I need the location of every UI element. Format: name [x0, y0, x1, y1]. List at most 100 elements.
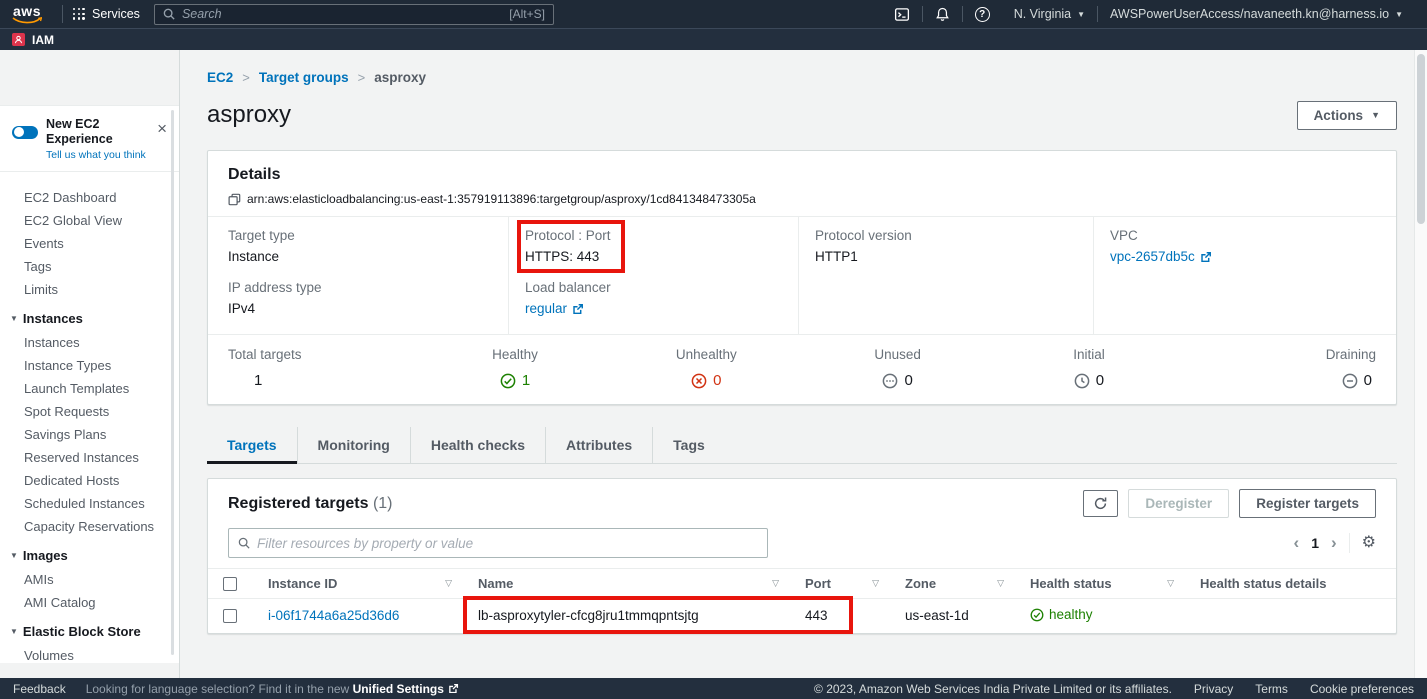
- aws-logo-text: aws: [13, 5, 41, 17]
- pagination: ‹ 1 › ⚙: [1294, 533, 1376, 553]
- search-input[interactable]: [182, 7, 502, 21]
- chevron-right-icon: >: [358, 68, 366, 88]
- sidebar-item-events[interactable]: Events: [0, 232, 179, 255]
- sort-icon[interactable]: ▽: [866, 578, 879, 589]
- sidebar-item-ami-catalog[interactable]: AMI Catalog: [0, 591, 179, 614]
- next-page-icon[interactable]: ›: [1331, 535, 1337, 551]
- notifications-button[interactable]: [923, 7, 962, 22]
- column-header-zone[interactable]: Zone▽: [889, 569, 1014, 598]
- refresh-button[interactable]: [1083, 490, 1118, 517]
- services-menu-button[interactable]: Services: [73, 7, 140, 21]
- close-icon[interactable]: ×: [157, 122, 167, 136]
- tab-monitoring[interactable]: Monitoring: [297, 427, 410, 463]
- breadcrumb-current: asproxy: [374, 68, 426, 88]
- external-link-icon: [448, 683, 459, 694]
- sidebar-item-savings-plans[interactable]: Savings Plans: [0, 423, 179, 446]
- ip-address-type-label: IP address type: [228, 279, 492, 297]
- vpc-label: VPC: [1110, 227, 1380, 245]
- sort-icon[interactable]: ▽: [1161, 578, 1174, 589]
- sort-icon[interactable]: ▽: [991, 578, 1004, 589]
- breadcrumb: EC2 > Target groups > asproxy: [207, 68, 1397, 88]
- unhealthy-label: Unhealthy: [611, 346, 802, 364]
- tab-attributes[interactable]: Attributes: [545, 427, 652, 463]
- sidebar-scrollbar[interactable]: [171, 110, 174, 655]
- column-header-instance-id[interactable]: Instance ID▽: [252, 569, 462, 598]
- sort-icon[interactable]: ▽: [439, 578, 452, 589]
- bell-icon: [935, 7, 950, 22]
- tell-us-link[interactable]: Tell us what you think: [46, 149, 149, 161]
- sidebar-section-images[interactable]: ▼Images: [0, 538, 179, 568]
- sidebar-item-scheduled-instances[interactable]: Scheduled Instances: [0, 492, 179, 515]
- new-experience-box: New EC2 Experience Tell us what you thin…: [0, 106, 179, 172]
- sidebar-item-ec2-dashboard[interactable]: EC2 Dashboard: [0, 186, 179, 209]
- cookie-preferences-link[interactable]: Cookie preferences: [1310, 682, 1414, 696]
- copy-icon[interactable]: [228, 193, 241, 206]
- sort-icon[interactable]: ▽: [766, 578, 779, 589]
- sidebar-item-limits[interactable]: Limits: [0, 278, 179, 301]
- column-header-health-status[interactable]: Health status▽: [1014, 569, 1184, 598]
- sidebar-item-dedicated-hosts[interactable]: Dedicated Hosts: [0, 469, 179, 492]
- load-balancer-link[interactable]: regular: [525, 300, 584, 318]
- unused-label: Unused: [802, 346, 993, 364]
- aws-logo[interactable]: aws: [12, 5, 42, 24]
- minus-circle-icon: [1342, 373, 1358, 389]
- deregister-button[interactable]: Deregister: [1128, 489, 1229, 518]
- filter-input[interactable]: [257, 536, 758, 551]
- target-name-cell: lb-asproxytyler-cfcg8jru1tmmqpntsjtg: [462, 600, 789, 631]
- actions-button[interactable]: Actions ▼: [1297, 101, 1397, 130]
- sidebar-item-spot-requests[interactable]: Spot Requests: [0, 400, 179, 423]
- health-status-details-cell: [1184, 608, 1396, 624]
- aws-console-window: aws Services [Alt+S] ? N. Vi: [0, 0, 1427, 699]
- previous-page-icon[interactable]: ‹: [1294, 535, 1300, 551]
- account-menu[interactable]: AWSPowerUserAccess/navaneeth.kn@harness.…: [1098, 7, 1415, 21]
- gear-icon[interactable]: ⚙: [1362, 535, 1376, 551]
- select-all-checkbox[interactable]: [223, 577, 237, 591]
- new-experience-toggle[interactable]: [12, 126, 38, 139]
- sidebar-section-instances[interactable]: ▼Instances: [0, 301, 179, 331]
- terms-link[interactable]: Terms: [1255, 682, 1288, 696]
- tab-targets[interactable]: Targets: [207, 427, 297, 463]
- ip-address-type-value: IPv4: [228, 300, 492, 318]
- column-header-name[interactable]: Name▽: [462, 569, 789, 598]
- row-checkbox[interactable]: [223, 609, 237, 623]
- sidebar-item-reserved-instances[interactable]: Reserved Instances: [0, 446, 179, 469]
- sidebar-item-instance-types[interactable]: Instance Types: [0, 354, 179, 377]
- copyright-text: © 2023, Amazon Web Services India Privat…: [814, 682, 1172, 696]
- cloudshell-button[interactable]: [882, 7, 922, 22]
- breadcrumb-ec2[interactable]: EC2: [207, 68, 233, 88]
- region-label: N. Virginia: [1014, 7, 1071, 21]
- privacy-link[interactable]: Privacy: [1194, 682, 1233, 696]
- sidebar-item-ec2-global-view[interactable]: EC2 Global View: [0, 209, 179, 232]
- vpc-link[interactable]: vpc-2657db5c: [1110, 248, 1212, 266]
- global-search[interactable]: [Alt+S]: [154, 4, 554, 25]
- target-type-value: Instance: [228, 248, 492, 266]
- breadcrumb-target-groups[interactable]: Target groups: [259, 68, 349, 88]
- unified-settings-link[interactable]: Unified Settings: [353, 682, 459, 696]
- feedback-link[interactable]: Feedback: [13, 682, 66, 696]
- region-selector[interactable]: N. Virginia ▼: [1002, 7, 1097, 21]
- sidebar-item-instances[interactable]: Instances: [0, 331, 179, 354]
- filter-box[interactable]: [228, 528, 768, 558]
- instance-id-link[interactable]: i-06f1744a6a25d36d6: [268, 608, 399, 623]
- sidebar-item-volumes[interactable]: Volumes: [0, 644, 179, 663]
- page-number[interactable]: 1: [1311, 535, 1319, 551]
- service-tab-bar: IAM: [0, 28, 1427, 50]
- divider: [1349, 533, 1350, 553]
- page-scrollbar[interactable]: [1414, 50, 1427, 678]
- healthy-value: 1: [419, 371, 610, 391]
- sidebar-item-amis[interactable]: AMIs: [0, 568, 179, 591]
- tab-health-checks[interactable]: Health checks: [410, 427, 545, 463]
- aws-smile-icon: [12, 17, 42, 24]
- help-button[interactable]: ?: [963, 7, 1002, 22]
- chevron-down-icon: ▼: [10, 627, 18, 636]
- table-row: i-06f1744a6a25d36d6 lb-asproxytyler-cfcg…: [208, 599, 1396, 633]
- iam-shortcut[interactable]: IAM: [32, 33, 54, 47]
- tab-tags[interactable]: Tags: [652, 427, 725, 463]
- sidebar-section-elastic-block-store[interactable]: ▼Elastic Block Store: [0, 614, 179, 644]
- sidebar-item-capacity-reservations[interactable]: Capacity Reservations: [0, 515, 179, 538]
- register-targets-button[interactable]: Register targets: [1239, 489, 1376, 518]
- console-footer: Feedback Looking for language selection?…: [0, 678, 1427, 699]
- sidebar-item-tags[interactable]: Tags: [0, 255, 179, 278]
- column-header-port[interactable]: Port▽: [789, 569, 889, 598]
- sidebar-item-launch-templates[interactable]: Launch Templates: [0, 377, 179, 400]
